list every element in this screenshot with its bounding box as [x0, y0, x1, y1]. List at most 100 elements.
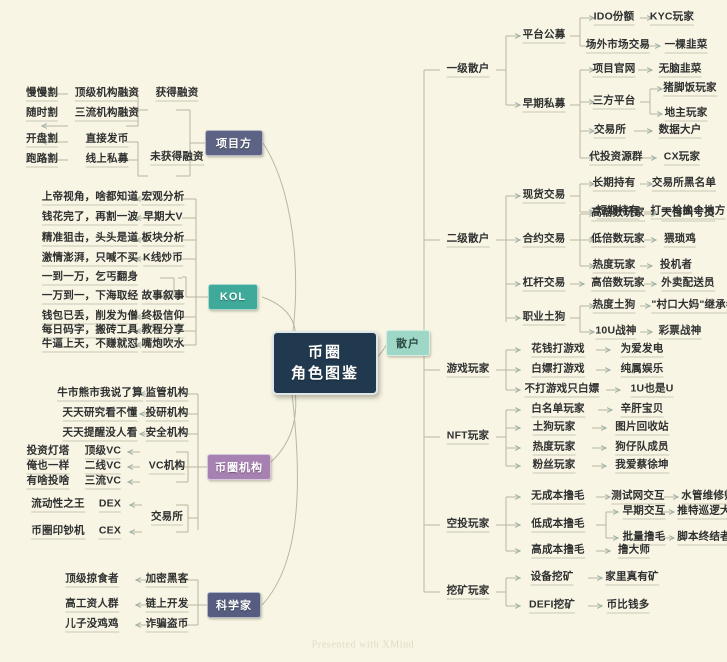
- node-second-vc[interactable]: 二线VC: [84, 460, 122, 475]
- node-online-private[interactable]: 线上私募: [85, 153, 129, 168]
- topic-institution[interactable]: 币圈机构: [207, 454, 271, 480]
- node-hardware-mining[interactable]: 设备挖矿: [530, 571, 574, 586]
- result-rooftop-caller[interactable]: 天台叫号员: [661, 207, 715, 222]
- node-crypto-hacker[interactable]: 加密黑客: [145, 573, 189, 588]
- node-exchange-ps[interactable]: 交易所: [593, 124, 627, 139]
- node-public-sale[interactable]: 平台公募: [522, 29, 566, 44]
- result-money-spent[interactable]: 钱花完了，再割一波: [41, 211, 139, 226]
- result-godview[interactable]: 上帝视角，啥都知道: [41, 191, 139, 206]
- result-hard-grind[interactable]: 辛肝宝贝: [620, 403, 664, 418]
- result-script-ender[interactable]: 脚本终结者: [677, 531, 727, 546]
- result-daily-warn[interactable]: 天天提醒没人看: [62, 427, 138, 442]
- node-trash-talk[interactable]: 嘴炮吹水: [141, 338, 185, 353]
- node-game-player[interactable]: 游戏玩家: [446, 363, 490, 378]
- result-exchange-blacklist[interactable]: 交易所黑名单: [651, 177, 717, 192]
- node-direct-issue[interactable]: 直接发币: [85, 133, 129, 148]
- result-image-recycle[interactable]: 图片回收站: [615, 421, 669, 436]
- result-plumber[interactable]: 水管维修师: [681, 490, 727, 505]
- result-open-cut[interactable]: 开盘割: [25, 133, 59, 148]
- node-early-interact[interactable]: 早期交互: [622, 505, 666, 520]
- node-high-cost-farm[interactable]: 高成本撸毛: [531, 544, 585, 559]
- node-secondary-retail[interactable]: 二级散户: [446, 233, 490, 248]
- result-brainless-leek[interactable]: 无脑韭菜: [658, 63, 702, 78]
- node-low-cost-farm[interactable]: 低成本撸毛: [531, 518, 585, 533]
- result-lottery-god[interactable]: 彩票战神: [658, 325, 702, 340]
- node-ultimate-faith[interactable]: 终极信仰: [141, 310, 185, 325]
- result-daily-research[interactable]: 天天研究看不懂: [62, 407, 138, 422]
- node-free-to-play[interactable]: 白嫖打游戏: [531, 363, 585, 378]
- node-security-org[interactable]: 安全机构: [145, 427, 189, 442]
- result-speculator[interactable]: 投机者: [659, 259, 693, 274]
- result-apex-predator[interactable]: 顶级掠食者: [65, 573, 119, 588]
- result-anytime-cut[interactable]: 随时割: [25, 107, 59, 122]
- node-margin-high-lev[interactable]: 高倍数玩家: [591, 277, 645, 292]
- node-no-play-only-free[interactable]: 不打游戏只白嫖: [524, 383, 600, 398]
- topic-project[interactable]: 项目方: [205, 130, 263, 156]
- node-agent-group[interactable]: 代投资源群: [589, 151, 643, 166]
- result-sniping[interactable]: 精准狙击，头头是道: [41, 232, 139, 247]
- node-otc-trade[interactable]: 场外市场交易: [585, 39, 651, 54]
- node-primary-retail[interactable]: 一级散户: [446, 63, 490, 78]
- result-slow-cut[interactable]: 慢慢割: [25, 87, 59, 102]
- node-hype-nft[interactable]: 热度玩家: [532, 441, 576, 456]
- result-landlord[interactable]: 地主玩家: [664, 107, 708, 122]
- result-liquidity-king[interactable]: 流动性之王: [31, 498, 85, 513]
- result-daily-typing[interactable]: 每日码字，搬砖工具: [41, 324, 139, 339]
- node-low-leverage[interactable]: 低倍数玩家: [591, 233, 645, 248]
- result-sneaky-chicken[interactable]: 猥琐鸡: [663, 233, 697, 248]
- result-wallet-lost[interactable]: 钱包已丢，削发为僧: [41, 310, 139, 325]
- result-me-too[interactable]: 俺也一样: [26, 460, 70, 475]
- node-fan-nft[interactable]: 粉丝玩家: [532, 459, 576, 474]
- node-airdrop-player[interactable]: 空投玩家: [446, 518, 490, 533]
- result-shout-no-buy[interactable]: 激情澎湃，只喊不买: [41, 252, 139, 267]
- result-farm-master[interactable]: 撸大师: [617, 544, 651, 559]
- result-money-printer[interactable]: 币圈印钞机: [31, 525, 85, 540]
- topic-retail[interactable]: 散户: [386, 330, 430, 356]
- node-spot-trading[interactable]: 现货交易: [522, 189, 566, 204]
- topic-kol[interactable]: KOL: [208, 284, 258, 310]
- node-exchange-group[interactable]: 交易所: [150, 511, 184, 526]
- node-margin-trading[interactable]: 杠杆交易: [522, 277, 566, 292]
- node-early-private[interactable]: 早期私募: [522, 98, 566, 113]
- result-twitter-patrol[interactable]: 推特巡逻犬: [677, 505, 727, 520]
- node-defi-mining[interactable]: DEFI挖矿: [528, 599, 576, 614]
- node-onchain-dev[interactable]: 链上开发: [145, 598, 189, 613]
- node-scam-theft[interactable]: 诈骗盗币: [145, 618, 189, 633]
- node-top-vc-funding[interactable]: 顶级机构融资: [74, 87, 140, 102]
- node-third-party[interactable]: 三方平台: [592, 95, 636, 110]
- central-topic[interactable]: 币圈 角色图鉴: [272, 331, 378, 395]
- result-one-leek[interactable]: 一棵韭菜: [664, 39, 708, 54]
- node-10u-god[interactable]: 10U战神: [595, 325, 637, 340]
- node-zero-cost-farm[interactable]: 无成本撸毛: [531, 490, 585, 505]
- result-pork-rice[interactable]: 猪脚饭玩家: [663, 82, 717, 97]
- result-kyc-player[interactable]: KYC玩家: [649, 11, 695, 26]
- result-village-auntie[interactable]: "村口大妈"继承者: [651, 299, 727, 314]
- node-kline-trading[interactable]: K线炒币: [143, 252, 183, 267]
- node-not-funded[interactable]: 未获得融资: [150, 151, 204, 166]
- node-ido-quota[interactable]: IDO份额: [593, 11, 635, 26]
- result-paparazzi[interactable]: 狗仔队成员: [615, 441, 669, 456]
- node-third-vc[interactable]: 三流VC: [84, 475, 122, 490]
- result-love-caixukun[interactable]: 我爱蔡徐坤: [615, 459, 669, 474]
- result-invest-any[interactable]: 有啥投啥: [26, 475, 70, 490]
- node-futures-trading[interactable]: 合约交易: [522, 233, 566, 248]
- node-macro-analysis[interactable]: 宏观分析: [141, 191, 185, 206]
- node-high-leverage[interactable]: 高倍数玩家: [591, 207, 645, 222]
- node-research-org[interactable]: 投研机构: [145, 407, 189, 422]
- result-1u-is-u[interactable]: 1U也是U: [630, 383, 674, 398]
- node-sector-analysis[interactable]: 板块分析: [141, 232, 185, 247]
- result-10k-to-one[interactable]: 一万到一，下海取经: [41, 290, 139, 305]
- node-tutorial-share[interactable]: 教程分享: [141, 324, 185, 339]
- result-pure-fun[interactable]: 纯属娱乐: [620, 363, 664, 378]
- result-bull-bear[interactable]: 牛市熊市我说了算: [57, 387, 143, 402]
- node-early-kol[interactable]: 早期大V: [143, 211, 183, 226]
- node-nft-player[interactable]: NFT玩家: [446, 430, 490, 445]
- node-whitelist-player[interactable]: 白名单玩家: [531, 403, 585, 418]
- node-regulator[interactable]: 监管机构: [145, 387, 189, 402]
- node-shitcoin-nft[interactable]: 土狗玩家: [532, 421, 576, 436]
- result-one-to-10k[interactable]: 一到一万，乞丐翻身: [41, 271, 139, 286]
- node-hype-shitcoin[interactable]: 热度土狗: [592, 299, 636, 314]
- node-vc-group[interactable]: VC机构: [148, 460, 186, 475]
- result-invest-beacon[interactable]: 投资灯塔: [26, 445, 70, 460]
- node-low-vc-funding[interactable]: 三流机构融资: [74, 107, 140, 122]
